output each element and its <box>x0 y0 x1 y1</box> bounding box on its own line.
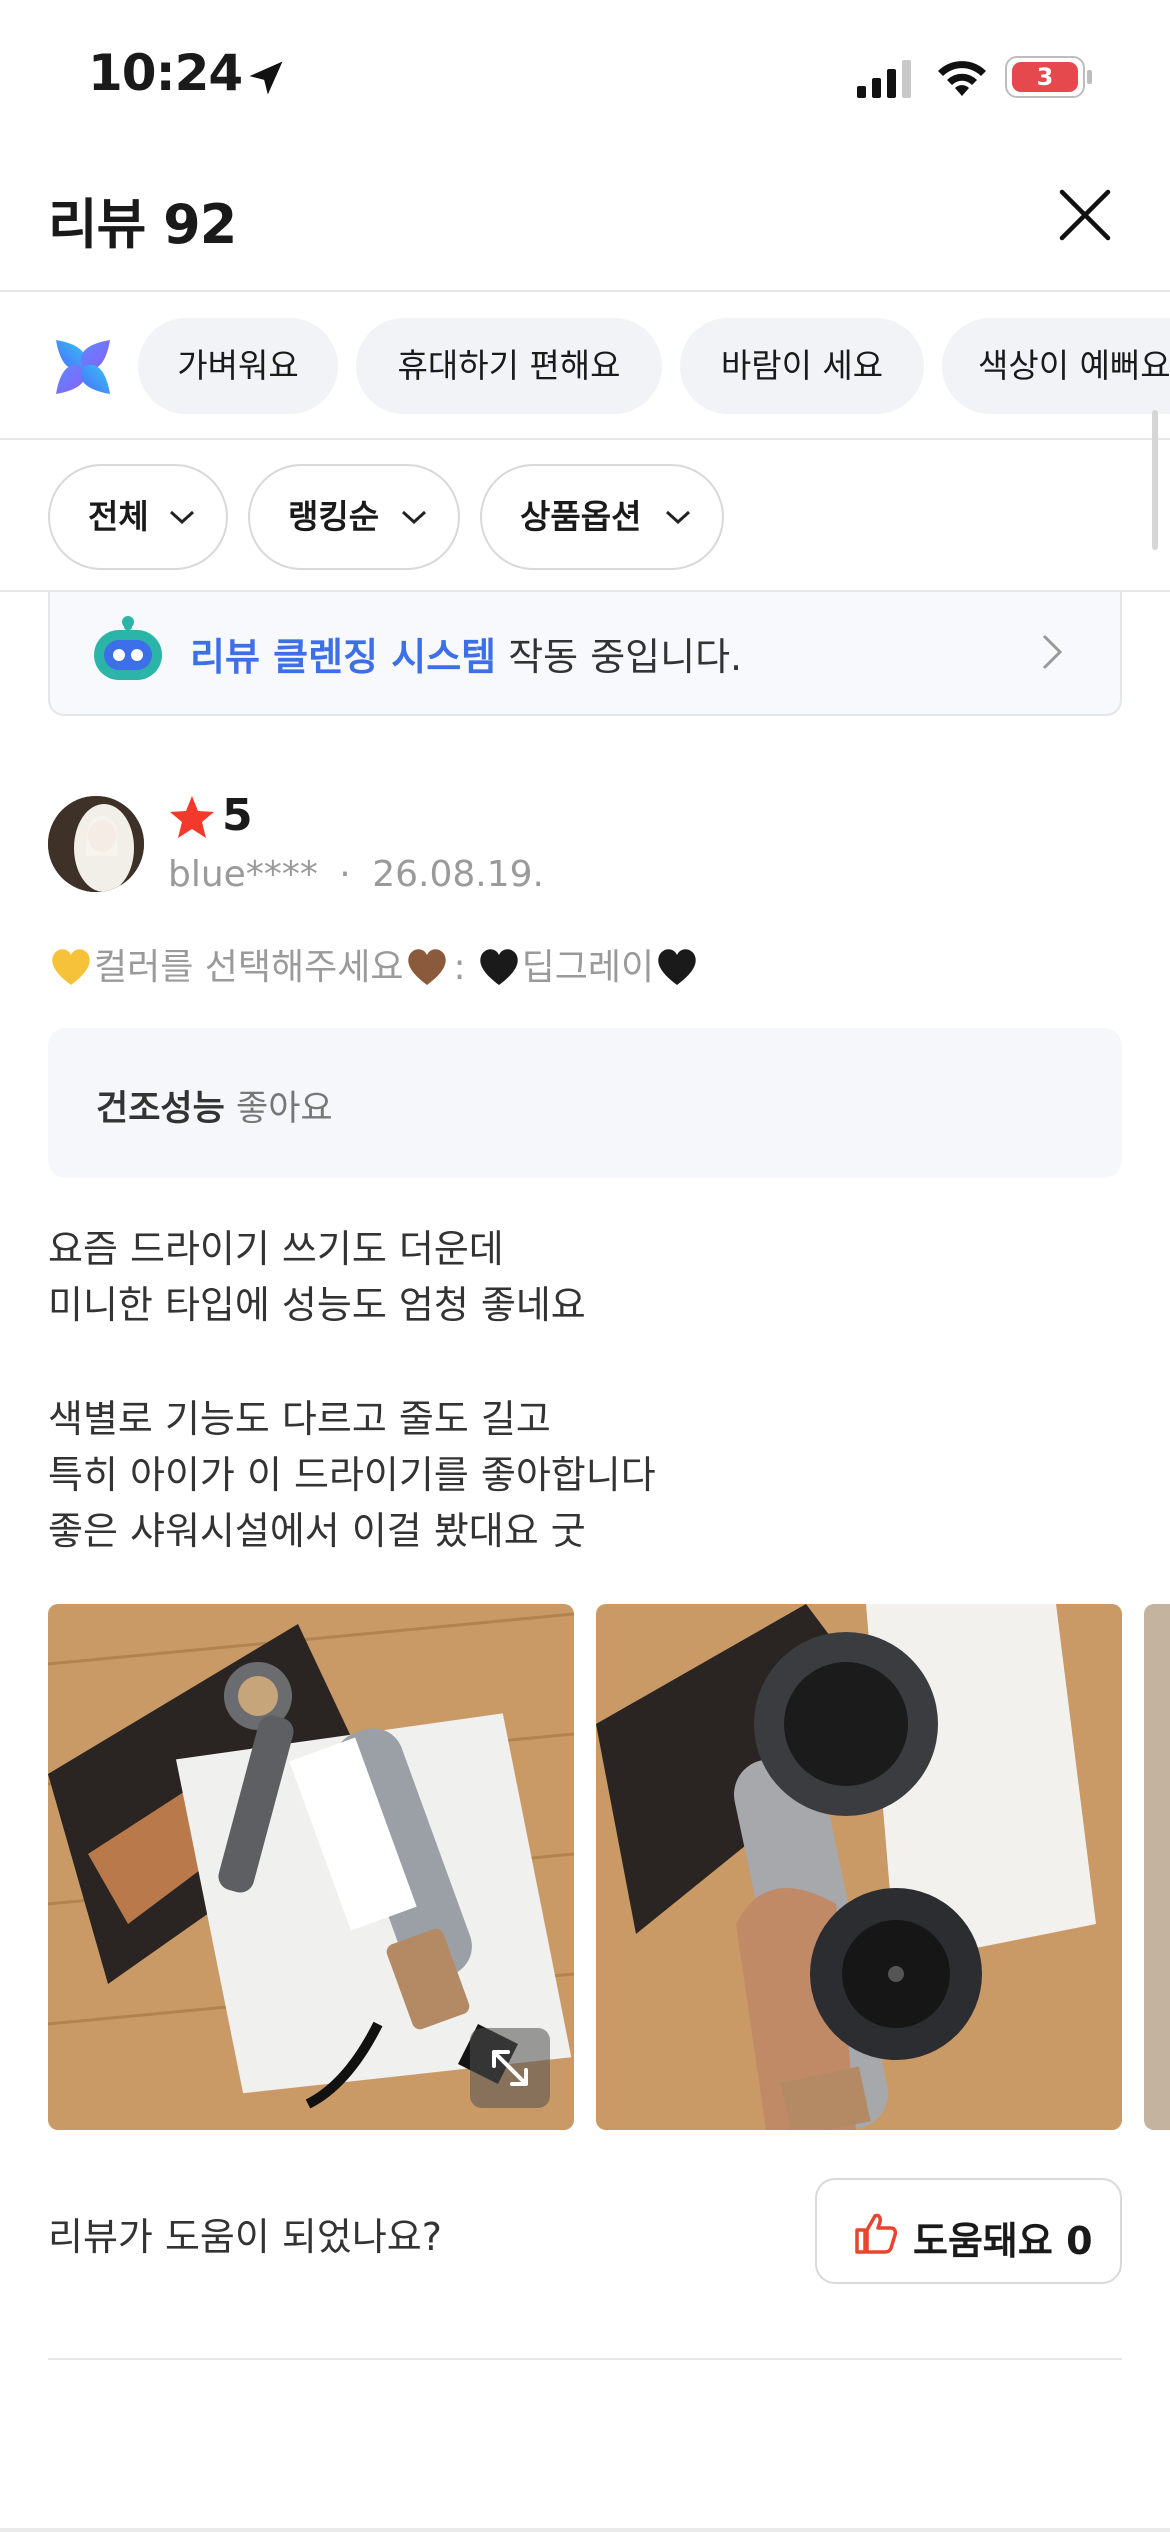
keyword-chip-light[interactable]: 가벼워요 <box>138 318 338 414</box>
location-arrow-icon <box>249 61 283 95</box>
brown-heart-icon <box>407 949 446 985</box>
scrollbar[interactable] <box>1152 410 1158 550</box>
filter-label: 상품옵션 <box>520 497 642 536</box>
chevron-down-icon <box>665 510 691 525</box>
review-body-line: 특히 아이가 이 드라이기를 좋아합니다 <box>48 1453 656 1497</box>
banner-highlight: 리뷰 클렌징 시스템 <box>190 635 497 679</box>
filter-label: 랭킹순 <box>288 497 380 536</box>
filter-label: 전체 <box>88 497 149 536</box>
review-photo-2[interactable] <box>596 1604 1122 2130</box>
avatar <box>48 796 144 892</box>
chevron-down-icon <box>169 510 195 525</box>
page-title: 리뷰 92 <box>48 193 237 256</box>
wifi-icon <box>938 61 986 96</box>
black-heart-icon <box>658 949 696 985</box>
close-icon[interactable] <box>1050 180 1120 250</box>
eval-value: 좋아요 <box>236 1089 333 1129</box>
banner-text: 리뷰 클렌징 시스템 작동 중입니다. <box>190 626 742 681</box>
thumbs-up-icon <box>855 2213 898 2254</box>
yellow-heart-icon <box>52 949 90 985</box>
rating-score: 5 <box>222 790 253 841</box>
keyword-chip-pretty-color[interactable]: 색상이 예뻐요 <box>942 318 1170 414</box>
robot-icon <box>94 616 162 680</box>
review-body-line: 요즘 드라이기 쓰기도 더운데 <box>48 1227 504 1271</box>
review-meta: blue**** · 26.08.19. <box>168 854 544 895</box>
review-body-line: 미니한 타입에 성능도 엄청 좋네요 <box>48 1283 586 1327</box>
option-separator: : <box>453 947 466 988</box>
chevron-down-icon <box>401 510 427 525</box>
review-header: 리뷰 92 <box>0 150 1170 292</box>
status-bar: 10:24 3 <box>0 0 1170 150</box>
review-photo-3[interactable] <box>1144 1604 1170 2130</box>
option-label: 컬러를 선택해주세요 <box>94 947 404 988</box>
divider <box>0 2528 1170 2532</box>
author-name: blue**** <box>168 854 318 895</box>
keyword-chip-portable[interactable]: 휴대하기 편해요 <box>356 318 662 414</box>
chevron-right-icon <box>1042 634 1063 670</box>
divider <box>48 2358 1122 2360</box>
filter-bar: 전체 랭킹순 상품옵션 <box>0 442 1170 592</box>
expand-photo-button[interactable] <box>470 2028 550 2108</box>
eval-key: 건조성능 <box>96 1089 225 1129</box>
review-body-line: 좋은 샤워시설에서 이걸 봤대요 굿 <box>48 1509 586 1553</box>
helpful-button[interactable]: 도움돼요 0 <box>815 2178 1122 2284</box>
filter-sort-dropdown[interactable]: 랭킹순 <box>248 464 460 570</box>
cellular-signal-icon <box>857 60 911 98</box>
keyword-chip-strong-wind[interactable]: 바람이 세요 <box>680 318 924 414</box>
review-body-line: 색별로 기능도 다르고 줄도 길고 <box>48 1397 551 1441</box>
ai-summary-icon[interactable] <box>50 334 116 400</box>
meta-separator: · <box>339 854 351 895</box>
helpful-question: 리뷰가 도움이 되었나요? <box>48 2215 442 2259</box>
battery-level: 3 <box>1012 62 1078 92</box>
evaluation-box: 건조성능 좋아요 <box>48 1028 1122 1178</box>
filter-option-dropdown[interactable]: 상품옵션 <box>480 464 724 570</box>
hair-dryer-photo <box>1144 1604 1170 2130</box>
keyword-chip-bar: 가벼워요 휴대하기 편해요 바람이 세요 색상이 예뻐요 <box>0 294 1170 440</box>
purchase-option: 컬러를 선택해주세요: 딥그레이 <box>48 938 700 990</box>
black-heart-icon <box>479 949 518 985</box>
review-date: 26.08.19. <box>372 854 544 895</box>
helpful-label: 도움돼요 0 <box>913 2219 1093 2263</box>
filter-all-dropdown[interactable]: 전체 <box>48 464 228 570</box>
status-time: 10:24 <box>88 44 243 102</box>
option-value: 딥그레이 <box>521 947 655 988</box>
star-icon <box>170 796 214 838</box>
expand-icon <box>492 2050 528 2086</box>
hair-dryer-photo <box>596 1604 1122 2130</box>
cleansing-banner[interactable]: 리뷰 클렌징 시스템 작동 중입니다. <box>48 592 1122 716</box>
avatar-image <box>48 796 144 892</box>
banner-suffix: 작동 중입니다. <box>496 635 743 679</box>
